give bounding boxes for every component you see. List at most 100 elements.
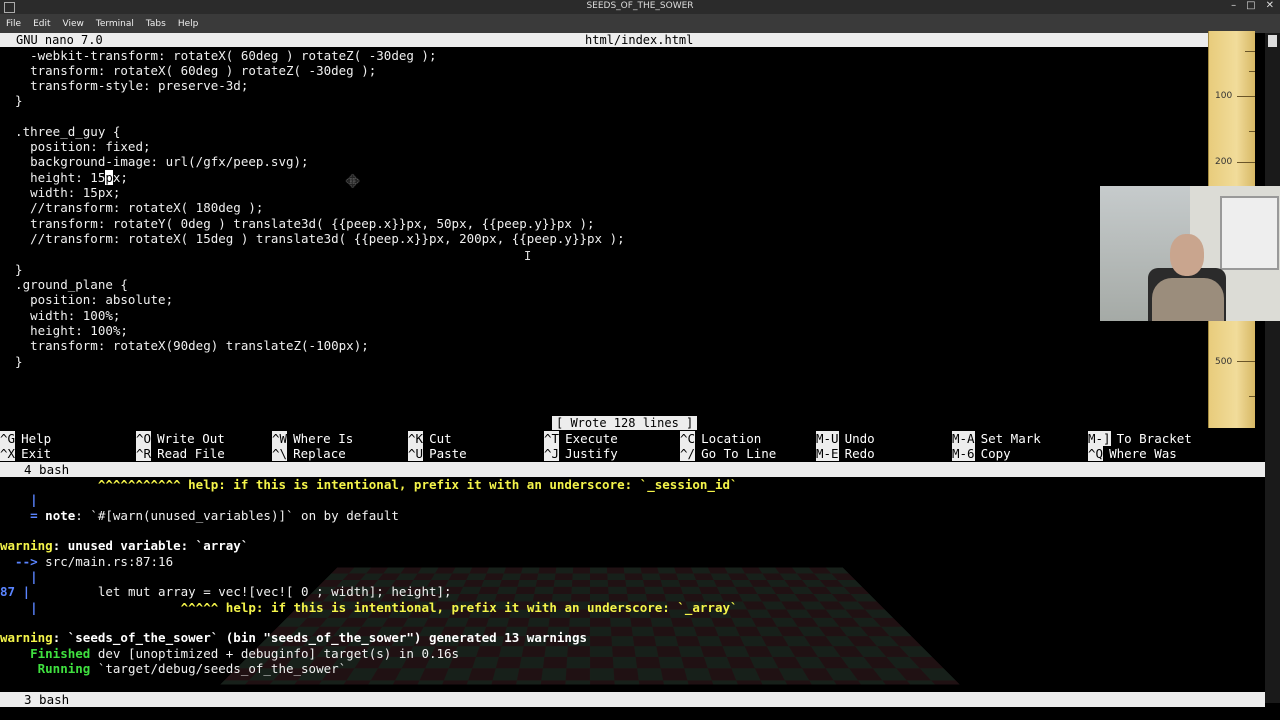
menu-file[interactable]: File: [6, 19, 21, 29]
code-line[interactable]: }: [0, 93, 23, 108]
code-line[interactable]: -webkit-transform: rotateX( 60deg ) rota…: [0, 48, 437, 63]
scrollbar-thumb[interactable]: [1268, 35, 1277, 47]
menu-view[interactable]: View: [63, 19, 84, 29]
shortcut-key: ^R: [136, 446, 151, 461]
code-line[interactable]: transform: rotateY( 0deg ) translate3d( …: [0, 216, 595, 231]
running-text: `target/debug/seeds_of_the_sower`: [90, 661, 346, 676]
ruler-number: 100: [1215, 91, 1232, 101]
equals-marker: =: [0, 508, 38, 523]
shortcut-label: Help: [21, 431, 51, 446]
nano-status-message: [ Wrote 128 lines ]: [552, 416, 697, 430]
shortcut-set-mark[interactable]: M-A Set Mark: [952, 431, 1041, 446]
webcam-person-body: [1152, 278, 1224, 321]
code-line[interactable]: //transform: rotateX( 180deg );: [0, 200, 263, 215]
terminal-line: warning: unused variable: `array`: [0, 538, 248, 553]
shortcut-label: Write Out: [157, 431, 225, 446]
pane-label-text: 3 bash: [24, 692, 69, 707]
code-line[interactable]: transform-style: preserve-3d;: [0, 78, 248, 93]
shortcut-key: ^C: [680, 431, 695, 446]
shortcut-where-is[interactable]: ^W Where Is: [272, 431, 353, 446]
ruler-tick: [1237, 361, 1255, 362]
shortcut-key: M-]: [1088, 431, 1111, 446]
running-label: Running: [0, 661, 90, 676]
shortcut-key: M-U: [816, 431, 839, 446]
code-line[interactable]: }: [0, 354, 23, 369]
code-line[interactable]: height: 100%;: [0, 323, 128, 338]
arrow-marker: -->: [0, 554, 38, 569]
ruler-tick: [1249, 71, 1255, 72]
nano-header: GNU nano 7.0 html/index.html: [0, 33, 1210, 47]
shortcut-label: Redo: [845, 446, 875, 461]
code-line[interactable]: background-image: url(/gfx/peep.svg);: [0, 154, 309, 169]
shortcut-to-bracket[interactable]: M-] To Bracket: [1088, 431, 1192, 446]
code-line[interactable]: .ground_plane {: [0, 277, 128, 292]
window-title: SEEDS_OF_THE_SOWER: [0, 1, 1280, 11]
maximize-button[interactable]: □: [1246, 0, 1255, 11]
close-button[interactable]: ✕: [1266, 0, 1274, 11]
shortcut-key: ^/: [680, 446, 695, 461]
shortcut-key: ^Q: [1088, 446, 1103, 461]
shortcut-location[interactable]: ^C Location: [680, 431, 761, 446]
code-line[interactable]: position: absolute;: [0, 292, 173, 307]
shortcut-go-to-line[interactable]: ^/ Go To Line: [680, 446, 776, 461]
source-path: src/main.rs:87:16: [38, 554, 173, 569]
shortcut-copy[interactable]: M-6 Copy: [952, 446, 1011, 461]
code-line[interactable]: width: 15px;: [0, 185, 120, 200]
shortcut-execute[interactable]: ^T Execute: [544, 431, 618, 446]
text-cursor: p: [105, 170, 113, 185]
code-line-with-cursor[interactable]: height: 15px;: [0, 170, 128, 185]
code-line[interactable]: transform: rotateX( 60deg ) rotateZ( -30…: [0, 63, 376, 78]
shortcut-help[interactable]: ^G Help: [0, 431, 51, 446]
shortcut-exit[interactable]: ^X Exit: [0, 446, 51, 461]
shortcut-label: Exit: [21, 446, 51, 461]
terminal-scrollbar[interactable]: [1265, 33, 1280, 703]
shortcut-cut[interactable]: ^K Cut: [408, 431, 452, 446]
text-cursor-icon: I: [524, 249, 531, 263]
source-code: let mut array = vec![vec![ 0 ; width]; h…: [30, 584, 451, 599]
shortcut-key: ^G: [0, 431, 15, 446]
shortcut-justify[interactable]: ^J Justify: [544, 446, 618, 461]
warning-text: : unused variable: `array`: [53, 538, 249, 553]
menu-tabs[interactable]: Tabs: [146, 19, 166, 29]
pane-label-text: 4 bash: [24, 462, 69, 477]
terminal-line: = note: `#[warn(unused_variables)]` on b…: [0, 508, 399, 523]
shortcut-read-file[interactable]: ^R Read File: [136, 446, 225, 461]
finished-text: dev [unoptimized + debuginfo] target(s) …: [90, 646, 459, 661]
shortcut-write-out[interactable]: ^O Write Out: [136, 431, 225, 446]
pane-label-3-bash[interactable]: 3 bash: [0, 692, 1265, 707]
shortcut-undo[interactable]: M-U Undo: [816, 431, 875, 446]
shortcut-label: Execute: [565, 431, 618, 446]
shortcut-label: Where Is: [293, 431, 353, 446]
shortcut-where-was[interactable]: ^Q Where Was: [1088, 446, 1177, 461]
shortcut-key: ^J: [544, 446, 559, 461]
shortcut-redo[interactable]: M-E Redo: [816, 446, 875, 461]
terminal-line: |: [0, 569, 38, 584]
code-line[interactable]: transform: rotateX(90deg) translateZ(-10…: [0, 338, 369, 353]
menu-terminal[interactable]: Terminal: [96, 19, 134, 29]
code-line[interactable]: //transform: rotateX( 15deg ) translate3…: [0, 231, 625, 246]
code-line[interactable]: width: 100%;: [0, 308, 120, 323]
code-line[interactable]: position: fixed;: [0, 139, 151, 154]
ruler-tick: [1245, 51, 1255, 52]
caret-marker: ^^^^^^^^^^^: [0, 477, 181, 492]
shortcut-key: M-6: [952, 446, 975, 461]
shortcut-paste[interactable]: ^U Paste: [408, 446, 467, 461]
terminal-line: Running `target/debug/seeds_of_the_sower…: [0, 661, 346, 676]
shortcut-label: Copy: [981, 446, 1011, 461]
ruler-tick: [1237, 96, 1255, 97]
shortcut-label: Go To Line: [701, 446, 776, 461]
warning-label: warning: [0, 630, 53, 645]
shortcut-key: ^X: [0, 446, 15, 461]
code-line[interactable]: .three_d_guy {: [0, 124, 120, 139]
pane-label-4-bash[interactable]: 4 bash: [0, 462, 1265, 477]
menu-edit[interactable]: Edit: [33, 19, 50, 29]
shortcut-key: ^W: [272, 431, 287, 446]
minimize-button[interactable]: –: [1231, 0, 1236, 11]
shortcut-replace[interactable]: ^\ Replace: [272, 446, 346, 461]
code-line[interactable]: }: [0, 262, 23, 277]
shortcut-key: ^K: [408, 431, 423, 446]
caret-marker: ^^^^^: [38, 600, 219, 615]
line-number: 87: [0, 584, 15, 599]
menu-help[interactable]: Help: [178, 19, 199, 29]
terminal-line: Finished dev [unoptimized + debuginfo] t…: [0, 646, 459, 661]
